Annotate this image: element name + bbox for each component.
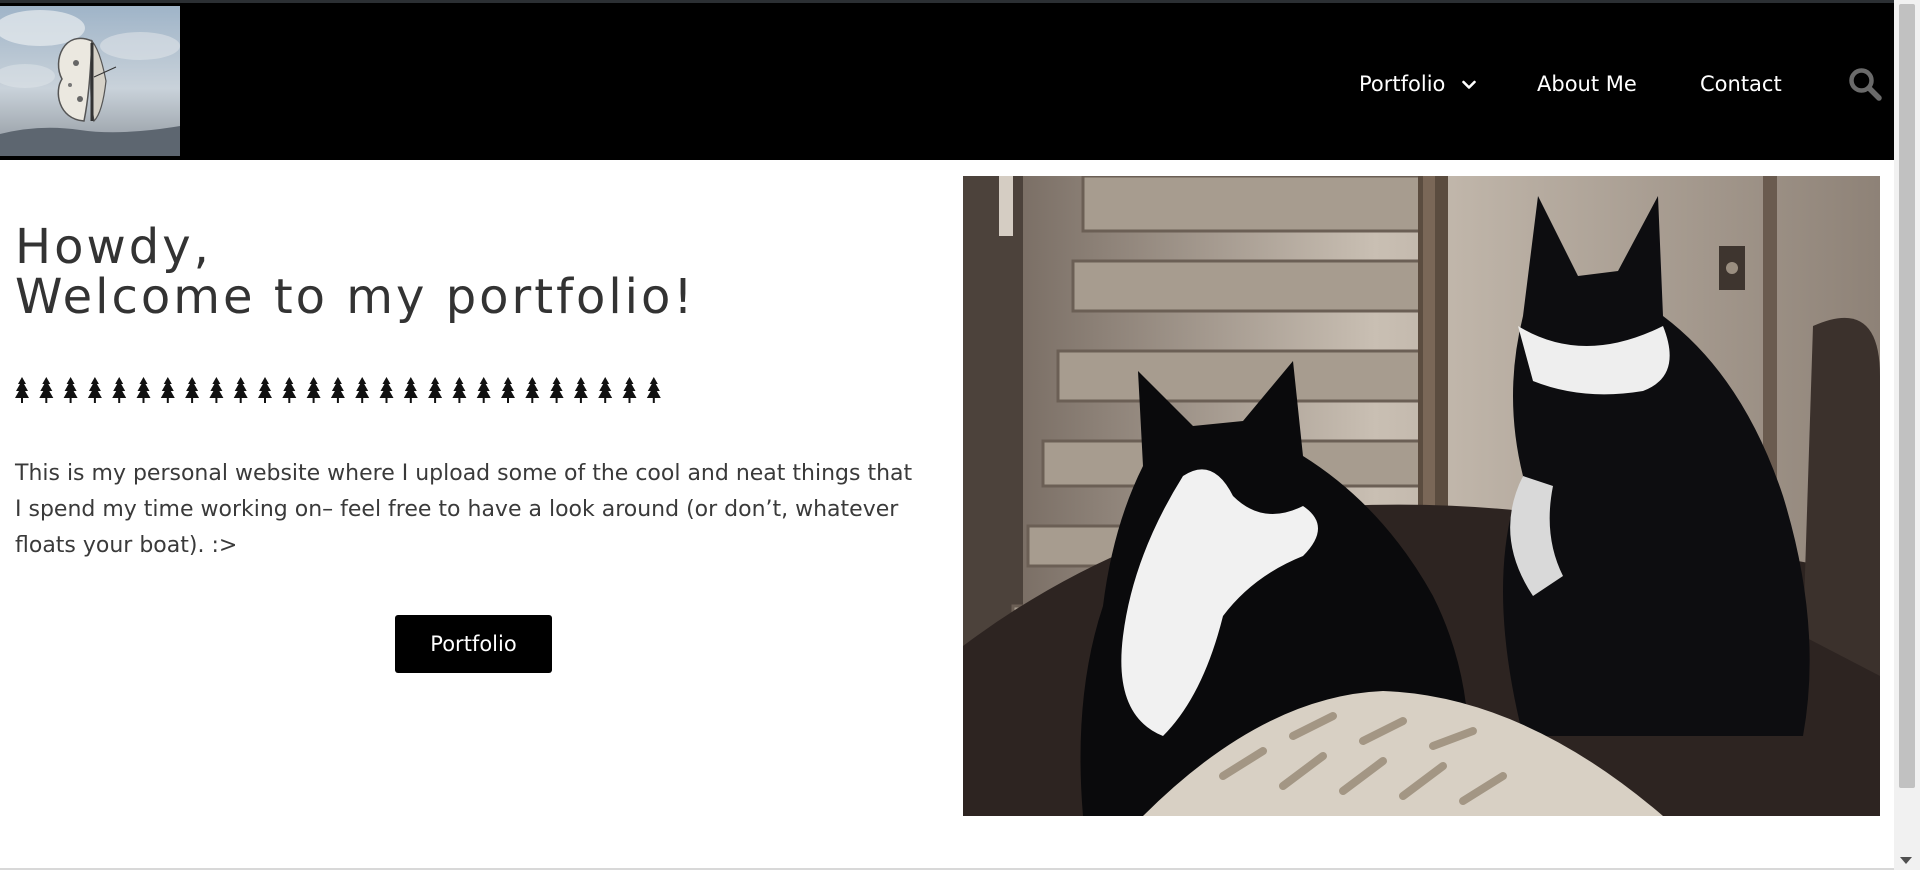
heading-line-2: Welcome to my portfolio! xyxy=(15,269,696,325)
tree-icon xyxy=(330,377,345,403)
tree-icon xyxy=(39,377,54,403)
scrollbar[interactable] xyxy=(1894,0,1920,870)
tree-divider xyxy=(14,375,674,405)
nav-about-me[interactable]: About Me xyxy=(1537,72,1637,96)
chevron-down-icon xyxy=(1462,80,1476,89)
tree-icon xyxy=(355,377,370,403)
tree-icon xyxy=(185,377,200,403)
tree-icon xyxy=(282,377,297,403)
tree-icon xyxy=(306,377,321,403)
tree-icon xyxy=(160,377,175,403)
tree-icon xyxy=(112,377,127,403)
intro-text: This is my personal website where I uplo… xyxy=(15,461,913,558)
tree-icon xyxy=(501,377,515,403)
tree-icon xyxy=(403,377,418,403)
site-logo[interactable] xyxy=(0,6,180,156)
tree-icon xyxy=(233,377,248,403)
tree-row xyxy=(15,377,661,403)
nav-portfolio[interactable]: Portfolio xyxy=(1359,72,1476,96)
scroll-down-arrow-icon[interactable] xyxy=(1900,857,1912,864)
tree-icon xyxy=(209,377,224,403)
portfolio-button[interactable]: Portfolio xyxy=(395,615,552,673)
tree-icon xyxy=(87,377,102,403)
tree-icon xyxy=(428,377,443,403)
nav-contact[interactable]: Contact xyxy=(1700,72,1782,96)
tree-icon xyxy=(258,377,272,403)
heading-line-1: Howdy, xyxy=(15,219,212,275)
site-header: Portfolio About Me Contact xyxy=(0,0,1894,160)
tree-icon xyxy=(452,377,467,403)
tree-icon xyxy=(136,377,151,403)
nav-portfolio-label: Portfolio xyxy=(1359,72,1446,96)
scrollbar-thumb[interactable] xyxy=(1899,4,1915,788)
tree-icon xyxy=(549,377,564,403)
tree-icon xyxy=(646,377,661,403)
search-icon[interactable] xyxy=(1848,67,1882,101)
page-title: Howdy, Welcome to my portfolio! xyxy=(15,222,696,322)
tree-icon xyxy=(573,377,588,403)
tree-icon xyxy=(525,377,540,403)
tree-icon xyxy=(622,377,637,403)
tree-icon xyxy=(63,377,78,403)
tree-icon xyxy=(598,377,613,403)
tree-icon xyxy=(15,377,29,403)
dogs-photo xyxy=(963,176,1880,816)
tree-icon xyxy=(476,377,491,403)
tree-icon xyxy=(379,377,394,403)
two-dogs-image xyxy=(963,176,1880,816)
butterfly-logo-icon xyxy=(0,6,180,156)
page: Portfolio About Me Contact Howdy, Welcom… xyxy=(0,0,1920,870)
